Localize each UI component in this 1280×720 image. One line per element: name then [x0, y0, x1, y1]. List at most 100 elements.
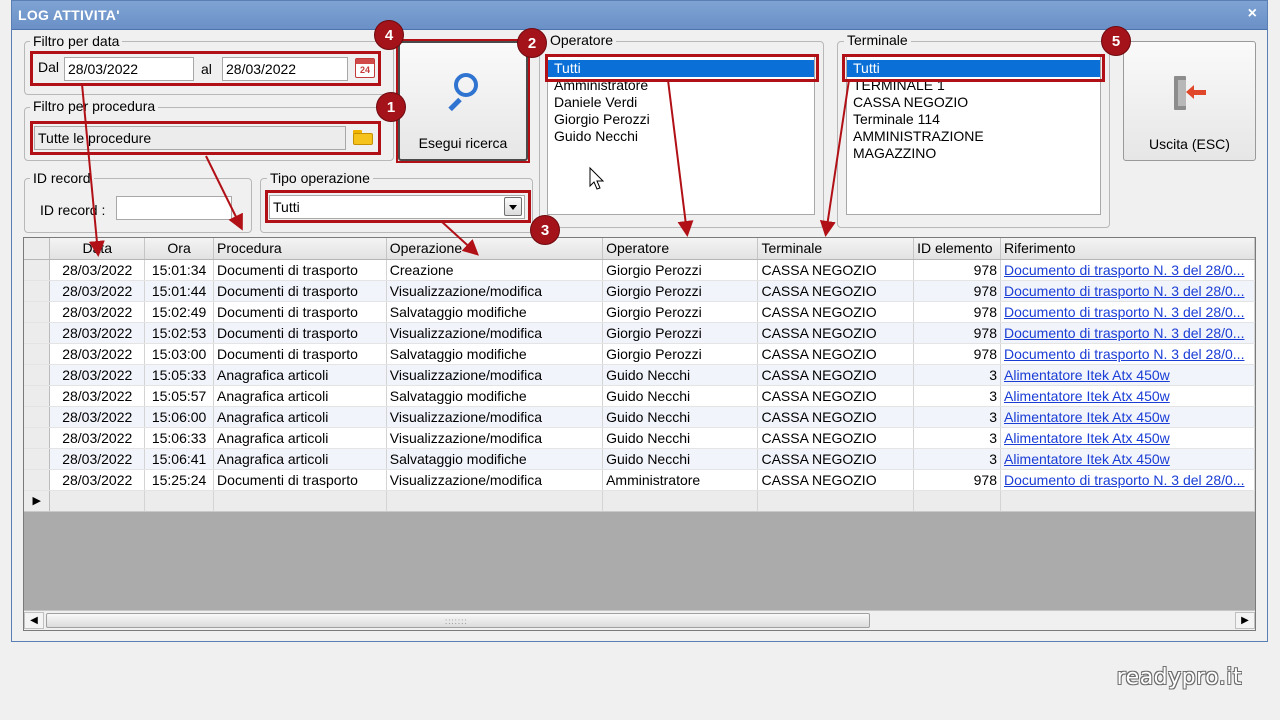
row-header[interactable] [24, 469, 51, 491]
new-row-cell[interactable] [49, 490, 146, 512]
grid-body: 28/03/2022 15:01:34 Documenti di trasporto… [24, 259, 1255, 512]
new-row-cell[interactable] [1000, 490, 1255, 512]
terminale-item[interactable]: MAGAZZINO [847, 145, 1100, 162]
terminale-item[interactable]: AMMINISTRAZIONE [847, 128, 1100, 145]
cell-riferimento[interactable]: Alimentatore Itek Atx 450w [1000, 427, 1255, 449]
scroll-thumb[interactable]: ::::::: [46, 613, 870, 628]
cell-riferimento[interactable]: Documento di trasporto N. 3 del 28/0... [1000, 280, 1255, 302]
column-header-data[interactable]: Data [49, 238, 146, 260]
new-row-cell[interactable] [602, 490, 759, 512]
column-header-riferimento[interactable]: Riferimento [1000, 238, 1255, 260]
operatore-item[interactable]: Daniele Verdi [548, 94, 814, 111]
scroll-right-icon[interactable]: ▶ [1235, 612, 1255, 629]
table-row[interactable]: 28/03/2022 15:02:53 Documenti di trasporto… [24, 322, 1255, 344]
annotation-box-dates [30, 51, 381, 86]
table-row[interactable]: 28/03/2022 15:01:34 Documenti di trasporto… [24, 259, 1255, 281]
title-bar[interactable]: LOG ATTIVITA' × [12, 1, 1267, 30]
new-row-cell[interactable] [386, 490, 604, 512]
table-row[interactable]: 28/03/2022 15:05:57 Anagrafica articoli Sal… [24, 385, 1255, 407]
table-row[interactable]: 28/03/2022 15:02:49 Documenti di trasporto… [24, 301, 1255, 323]
scroll-left-icon[interactable]: ◀ [24, 612, 44, 629]
column-header-ora[interactable]: Ora [144, 238, 215, 260]
operatore-item[interactable]: Giorgio Perozzi [548, 111, 814, 128]
annotation-badge-4: 4 [374, 20, 404, 50]
filtro-procedura-legend: Filtro per procedura [30, 98, 159, 114]
cell-operatore: Guido Necchi [602, 364, 759, 386]
cell-ora: 15:25:24 [144, 469, 215, 491]
cell-procedura: Anagrafica articoli [213, 448, 387, 470]
log-grid[interactable]: Data Ora Procedura Operazione Operatore … [23, 237, 1256, 631]
cell-operatore: Amministratore [602, 469, 759, 491]
cell-operatore: Giorgio Perozzi [602, 343, 759, 365]
annotation-badge-2: 2 [517, 28, 547, 58]
terminale-item[interactable]: Terminale 114 [847, 111, 1100, 128]
new-row-cell[interactable] [144, 490, 215, 512]
new-row-cell[interactable] [913, 490, 1001, 512]
operatore-legend: Operatore [547, 32, 617, 48]
cell-riferimento[interactable]: Documento di trasporto N. 3 del 28/0... [1000, 469, 1255, 491]
cell-terminale: CASSA NEGOZIO [757, 364, 915, 386]
cell-id-elemento: 3 [913, 385, 1001, 407]
cell-riferimento[interactable]: Documento di trasporto N. 3 del 28/0... [1000, 259, 1255, 281]
cell-riferimento[interactable]: Alimentatore Itek Atx 450w [1000, 364, 1255, 386]
cell-ora: 15:02:49 [144, 301, 215, 323]
cell-operatore: Giorgio Perozzi [602, 280, 759, 302]
row-header[interactable] [24, 301, 51, 323]
row-header[interactable] [24, 385, 51, 407]
uscita-button[interactable]: Uscita (ESC) [1123, 41, 1256, 161]
row-header[interactable] [24, 280, 51, 302]
id-record-input[interactable] [116, 196, 232, 220]
row-header[interactable] [24, 322, 51, 344]
cell-data: 28/03/2022 [49, 469, 146, 491]
cell-riferimento[interactable]: Documento di trasporto N. 3 del 28/0... [1000, 301, 1255, 323]
annotation-badge-1: 1 [376, 92, 406, 122]
table-row[interactable]: 28/03/2022 15:05:33 Anagrafica articoli Vis… [24, 364, 1255, 386]
cell-operazione: Salvataggio modifiche [386, 448, 604, 470]
cell-id-elemento: 978 [913, 322, 1001, 344]
column-header-operatore[interactable]: Operatore [602, 238, 759, 260]
column-header-procedura[interactable]: Procedura [213, 238, 387, 260]
cell-data: 28/03/2022 [49, 301, 146, 323]
table-row[interactable]: 28/03/2022 15:06:00 Anagrafica articoli Vis… [24, 406, 1255, 428]
table-row[interactable]: 28/03/2022 15:25:24 Documenti di trasporto… [24, 469, 1255, 491]
row-header[interactable] [24, 364, 51, 386]
cell-riferimento[interactable]: Alimentatore Itek Atx 450w [1000, 406, 1255, 428]
new-row-cell[interactable] [213, 490, 387, 512]
horizontal-scrollbar[interactable]: ◀ ::::::: ▶ [24, 610, 1255, 630]
new-row-cell[interactable] [757, 490, 915, 512]
row-header[interactable] [24, 406, 51, 428]
cell-operazione: Visualizzazione/modifica [386, 322, 604, 344]
row-header[interactable] [24, 427, 51, 449]
row-header[interactable] [24, 343, 51, 365]
new-row[interactable]: ▶ [24, 490, 1255, 512]
column-header-operazione[interactable]: Operazione [386, 238, 604, 260]
cell-ora: 15:01:34 [144, 259, 215, 281]
window-title: LOG ATTIVITA' [18, 7, 120, 23]
operatore-item[interactable]: Guido Necchi [548, 128, 814, 145]
row-header[interactable] [24, 259, 51, 281]
annotation-badge-3: 3 [530, 215, 560, 245]
table-row[interactable]: 28/03/2022 15:06:41 Anagrafica articoli Sal… [24, 448, 1255, 470]
log-table: Data Ora Procedura Operazione Operatore … [24, 238, 1255, 512]
row-header[interactable] [24, 448, 51, 470]
column-header-id-elemento[interactable]: ID elemento [913, 238, 1001, 260]
table-row[interactable]: 28/03/2022 15:03:00 Documenti di trasporto… [24, 343, 1255, 365]
cell-riferimento[interactable]: Documento di trasporto N. 3 del 28/0... [1000, 322, 1255, 344]
cell-data: 28/03/2022 [49, 448, 146, 470]
cell-data: 28/03/2022 [49, 364, 146, 386]
cell-data: 28/03/2022 [49, 259, 146, 281]
terminale-item[interactable]: CASSA NEGOZIO [847, 94, 1100, 111]
table-row[interactable]: 28/03/2022 15:06:33 Anagrafica articoli Vis… [24, 427, 1255, 449]
cell-riferimento[interactable]: Alimentatore Itek Atx 450w [1000, 385, 1255, 407]
cell-riferimento[interactable]: Documento di trasporto N. 3 del 28/0... [1000, 343, 1255, 365]
cell-operazione: Visualizzazione/modifica [386, 364, 604, 386]
close-icon[interactable]: × [1248, 5, 1257, 23]
cell-riferimento[interactable]: Alimentatore Itek Atx 450w [1000, 448, 1255, 470]
cell-procedura: Documenti di trasporto [213, 259, 387, 281]
cell-operazione: Salvataggio modifiche [386, 385, 604, 407]
cell-id-elemento: 3 [913, 427, 1001, 449]
cell-terminale: CASSA NEGOZIO [757, 469, 915, 491]
table-row[interactable]: 28/03/2022 15:01:44 Documenti di trasporto… [24, 280, 1255, 302]
cell-ora: 15:06:00 [144, 406, 215, 428]
column-header-terminale[interactable]: Terminale [757, 238, 915, 260]
